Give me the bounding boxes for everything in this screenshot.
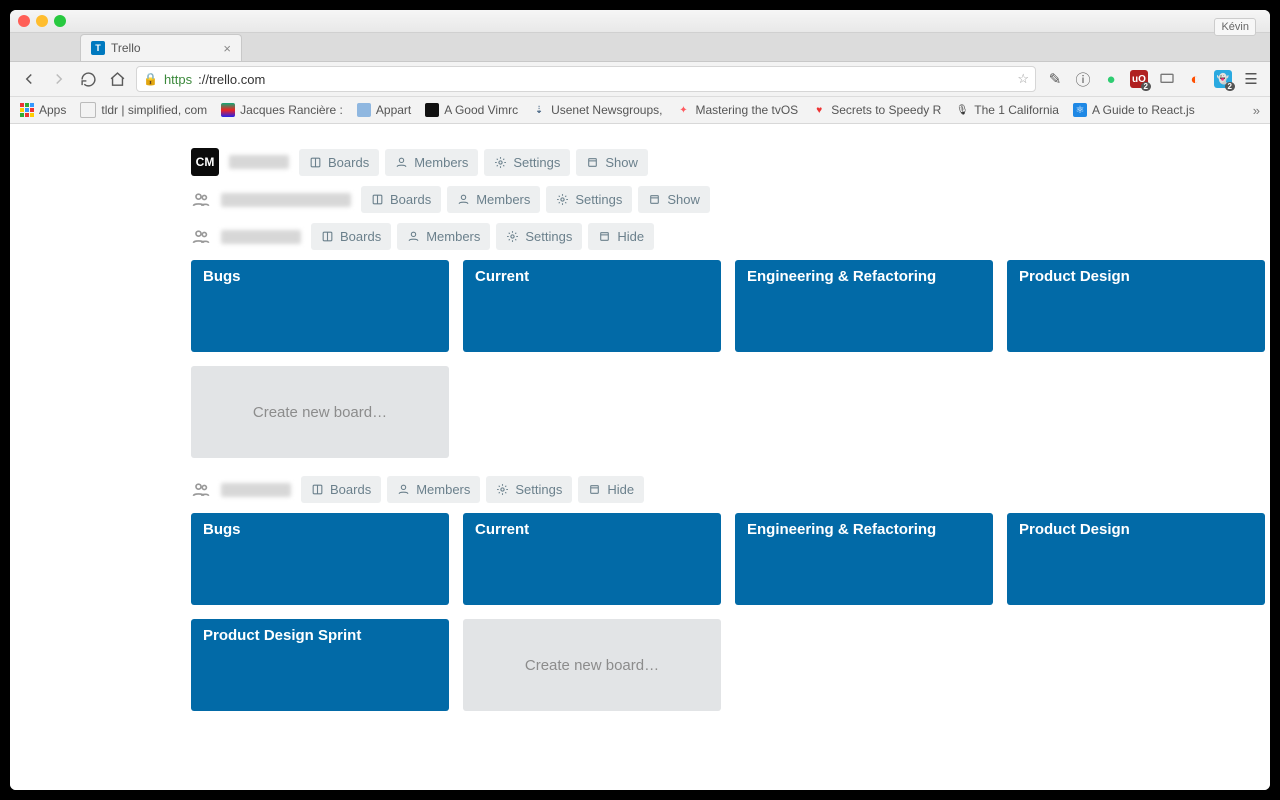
board-tile[interactable]: Current — [463, 260, 721, 352]
create-board-tile[interactable]: Create new board… — [191, 366, 449, 458]
lock-icon: 🔒 — [143, 72, 158, 86]
bookmark-item[interactable]: A Good Vimrc — [425, 103, 518, 117]
team-header: CM Boards Members Settings Show — [191, 148, 1175, 176]
url-host: ://trello.com — [198, 72, 265, 87]
page-icon: ⇣ — [532, 103, 546, 117]
team-hide-button[interactable]: Hide — [578, 476, 644, 503]
team-settings-button[interactable]: Settings — [546, 186, 632, 213]
heart-icon: ♥ — [812, 103, 826, 117]
nav-reload-button[interactable] — [80, 71, 97, 88]
boards-grid: Bugs Current Engineering & Refactoring P… — [191, 260, 1175, 458]
team-boards-button[interactable]: Boards — [299, 149, 379, 176]
cast-icon[interactable] — [1158, 70, 1176, 88]
bookmark-item[interactable]: ⚛A Guide to React.js — [1073, 103, 1195, 117]
extension-green-icon[interactable]: ● — [1102, 70, 1120, 88]
team-hide-button[interactable]: Hide — [588, 223, 654, 250]
folder-icon — [357, 103, 371, 117]
page-icon — [80, 102, 96, 118]
board-tile[interactable]: Bugs — [191, 260, 449, 352]
bookmark-item[interactable]: Jacques Rancière : — [221, 103, 343, 117]
team-boards-button[interactable]: Boards — [361, 186, 441, 213]
team-members-button[interactable]: Members — [397, 223, 490, 250]
apps-grid-icon — [20, 103, 34, 117]
board-tile[interactable]: Product Design Sprint — [191, 619, 449, 711]
ghostery-icon[interactable]: 👻2 — [1214, 70, 1232, 88]
page-icon — [221, 103, 235, 117]
react-icon: ⚛ — [1073, 103, 1087, 117]
info-icon[interactable]: ⓘ — [1074, 70, 1092, 88]
people-icon — [191, 227, 211, 247]
bookmark-item[interactable]: ⇣Usenet Newsgroups, — [532, 103, 662, 117]
window-minimize-button[interactable] — [36, 15, 48, 27]
page-icon — [425, 103, 439, 117]
window-titlebar — [10, 10, 1270, 33]
bookmarks-bar: Apps tldr | simplified, com Jacques Ranc… — [10, 97, 1270, 124]
browser-toolbar: 🔒 https ://trello.com ☆ ✎ ⓘ ● uO2 ◐ 👻2 ☰ — [10, 62, 1270, 97]
nav-forward-button[interactable] — [50, 70, 68, 88]
bookmark-item[interactable]: ♥Secrets to Speedy R — [812, 103, 941, 117]
team-show-button[interactable]: Show — [576, 149, 648, 176]
board-tile[interactable]: Engineering & Refactoring — [735, 260, 993, 352]
tab-close-button[interactable]: × — [223, 41, 231, 56]
team-boards-button[interactable]: Boards — [311, 223, 391, 250]
airbnb-icon: ✦ — [676, 103, 690, 117]
window-zoom-button[interactable] — [54, 15, 66, 27]
address-bar[interactable]: 🔒 https ://trello.com ☆ — [136, 66, 1036, 92]
boards-grid: Bugs Current Engineering & Refactoring P… — [191, 513, 1175, 711]
browser-tabstrip: T Trello × — [10, 33, 1270, 62]
team-boards-button[interactable]: Boards — [301, 476, 381, 503]
create-board-tile[interactable]: Create new board… — [463, 619, 721, 711]
team-name-redacted — [229, 155, 289, 169]
team-members-button[interactable]: Members — [387, 476, 480, 503]
browser-tab-trello[interactable]: T Trello × — [80, 34, 242, 61]
url-scheme: https — [164, 72, 192, 87]
page-content: CM Boards Members Settings Show Boards — [10, 124, 1270, 790]
extension-circle-icon[interactable]: ◐ — [1186, 70, 1204, 88]
team-name-redacted — [221, 230, 301, 244]
bookmark-item[interactable]: 🎙The 1 California — [955, 103, 1059, 117]
bookmark-apps-label: Apps — [39, 103, 66, 117]
bookmark-item[interactable]: tldr | simplified, com — [80, 102, 207, 118]
trello-favicon: T — [91, 41, 105, 55]
team-header: Boards Members Settings Hide — [191, 223, 1175, 250]
mic-icon: 🎙 — [955, 103, 969, 117]
bookmark-item[interactable]: Appart — [357, 103, 411, 117]
people-icon — [191, 480, 211, 500]
nav-home-button[interactable] — [109, 71, 126, 88]
team-settings-button[interactable]: Settings — [486, 476, 572, 503]
window-close-button[interactable] — [18, 15, 30, 27]
bookmark-apps[interactable]: Apps — [20, 103, 66, 117]
bookmark-item[interactable]: ✦Mastering the tvOS — [676, 103, 798, 117]
board-tile[interactable]: Bugs — [191, 513, 449, 605]
team-settings-button[interactable]: Settings — [496, 223, 582, 250]
bookmarks-overflow-button[interactable]: » — [1253, 103, 1260, 118]
bookmark-star-icon[interactable]: ☆ — [1017, 71, 1029, 87]
team-show-button[interactable]: Show — [638, 186, 710, 213]
board-tile[interactable]: Product Design — [1007, 260, 1265, 352]
team-header: Boards Members Settings Hide — [191, 476, 1175, 503]
team-name-redacted — [221, 193, 351, 207]
tab-title: Trello — [111, 41, 217, 55]
people-icon — [191, 190, 211, 210]
browser-menu-button[interactable]: ☰ — [1242, 70, 1260, 88]
board-tile[interactable]: Product Design — [1007, 513, 1265, 605]
team-name-redacted — [221, 483, 291, 497]
board-tile[interactable]: Engineering & Refactoring — [735, 513, 993, 605]
team-logo: CM — [191, 148, 219, 176]
team-members-button[interactable]: Members — [385, 149, 478, 176]
eyedropper-icon[interactable]: ✎ — [1046, 70, 1064, 88]
board-tile[interactable]: Current — [463, 513, 721, 605]
ublock-icon[interactable]: uO2 — [1130, 70, 1148, 88]
nav-back-button[interactable] — [20, 70, 38, 88]
team-members-button[interactable]: Members — [447, 186, 540, 213]
team-header: Boards Members Settings Show — [191, 186, 1175, 213]
team-settings-button[interactable]: Settings — [484, 149, 570, 176]
profile-badge[interactable]: Kévin — [1214, 18, 1256, 36]
